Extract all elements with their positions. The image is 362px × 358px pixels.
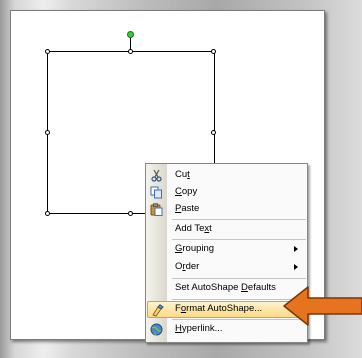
menu-separator <box>172 239 306 240</box>
menu-item-copy[interactable]: Copy <box>147 184 306 201</box>
menu-item-label: Grouping <box>175 243 215 254</box>
menu-separator <box>172 278 306 279</box>
hyperlink-icon <box>150 323 163 336</box>
resize-handle-top-right[interactable] <box>211 49 216 54</box>
menu-item-label: Add Text <box>175 223 212 234</box>
menu-item-add-text[interactable]: Add Text <box>147 221 306 238</box>
submenu-arrow-icon <box>294 246 298 252</box>
scissors-icon <box>150 169 163 182</box>
menu-item-cut[interactable]: Cut <box>147 167 306 184</box>
menu-item-label: Set AutoShape Defaults <box>175 282 276 293</box>
menu-separator <box>172 219 306 220</box>
menu-item-label: Copy <box>175 186 198 197</box>
menu-item-label: Hyperlink... <box>175 323 223 334</box>
resize-handle-right[interactable] <box>211 130 216 135</box>
menu-item-label: Order <box>175 261 200 272</box>
resize-handle-top-left[interactable] <box>45 49 50 54</box>
resize-handle-bottom-left[interactable] <box>45 211 50 216</box>
format-icon <box>151 304 164 317</box>
menu-item-label: Paste <box>175 203 200 214</box>
menu-item-grouping[interactable]: Grouping <box>147 241 306 258</box>
submenu-arrow-icon <box>294 264 298 270</box>
orange-arrow-pointer <box>283 286 362 326</box>
resize-handle-top[interactable] <box>128 49 133 54</box>
rotation-handle[interactable] <box>127 31 134 38</box>
copy-icon <box>150 186 163 199</box>
clipboard-icon <box>150 203 163 216</box>
resize-handle-left[interactable] <box>45 130 50 135</box>
menu-item-label: Format AutoShape... <box>175 303 263 314</box>
menu-item-order[interactable]: Order <box>147 259 306 276</box>
resize-handle-bottom[interactable] <box>128 211 133 216</box>
menu-item-label: Cut <box>175 169 190 180</box>
menu-item-paste[interactable]: Paste <box>147 201 306 218</box>
